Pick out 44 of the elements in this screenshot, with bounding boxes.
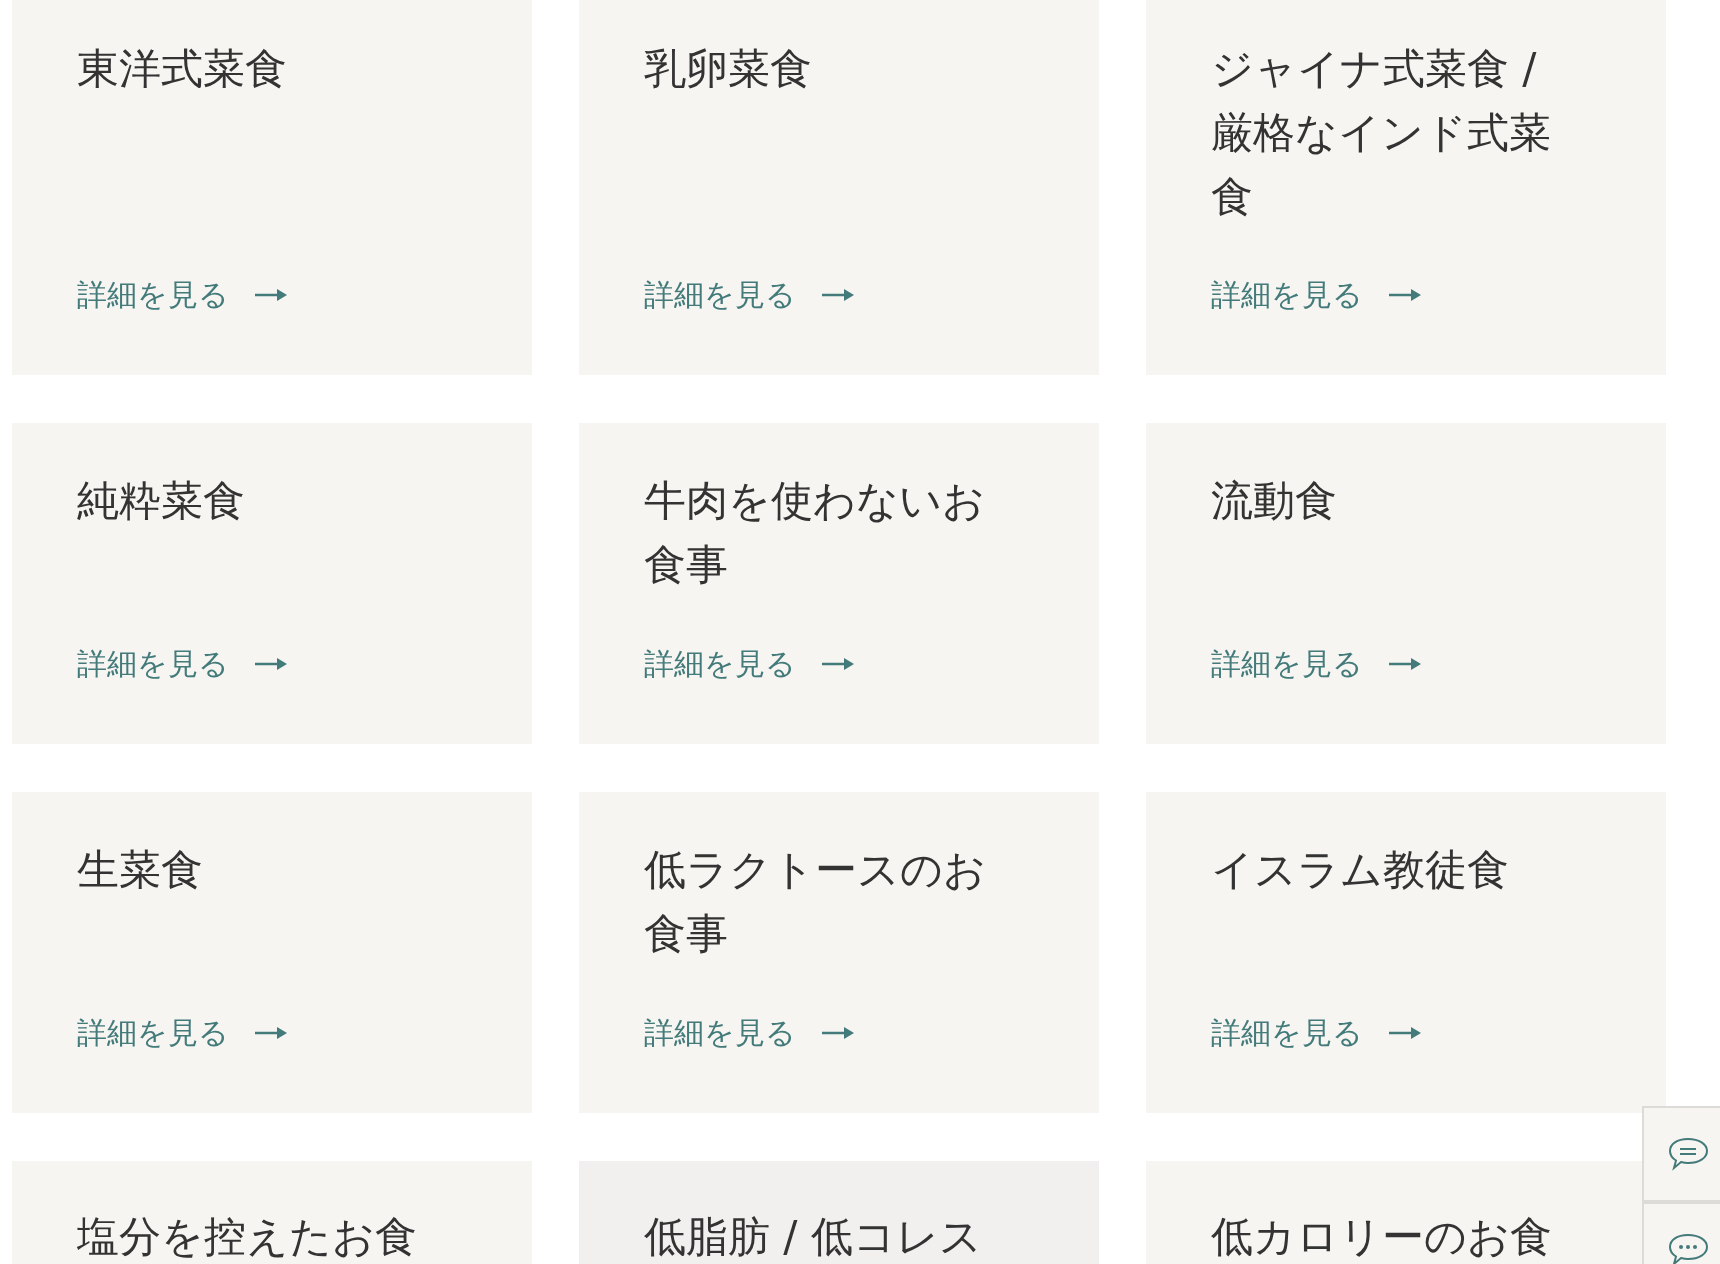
details-link[interactable]: 詳細を見る (77, 646, 287, 682)
details-link[interactable]: 詳細を見る (1211, 277, 1421, 313)
card-title: 流動食 (1211, 475, 1338, 527)
arrow-right-icon (822, 1026, 854, 1040)
card-title: 牛肉を使わないお食事 (644, 475, 986, 591)
card-title: 生菜食 (77, 844, 204, 896)
card-title: 低カロリーのお食 (1211, 1211, 1553, 1263)
card-background[interactable]: 乳卵菜食 詳細を見る (579, 0, 1099, 375)
details-link[interactable]: 詳細を見る (644, 1015, 854, 1051)
card-background[interactable]: ジャイナ式菜食 / 厳格なインド式菜食 詳細を見る (1146, 0, 1666, 375)
arrow-right-icon (1389, 1026, 1421, 1040)
arrow-right-icon (822, 657, 854, 671)
card-background[interactable]: 低ラクトースのお食事 詳細を見る (579, 792, 1099, 1113)
arrow-right-icon (255, 288, 287, 302)
details-link[interactable]: 詳細を見る (77, 277, 287, 313)
arrow-right-icon (255, 657, 287, 671)
card-title: ジャイナ式菜食 / 厳格なインド式菜食 (1211, 43, 1552, 223)
card-title: 乳卵菜食 (644, 43, 813, 95)
card-title: 東洋式菜食 (77, 43, 288, 95)
card-background[interactable]: イスラム教徒食 詳細を見る (1146, 792, 1666, 1113)
details-link[interactable]: 詳細を見る (77, 1015, 287, 1051)
card-background[interactable]: 生菜食 詳細を見る (12, 792, 532, 1113)
card-title: 低脂肪 / 低コレス (644, 1211, 983, 1263)
card-title: イスラム教徒食 (1211, 844, 1510, 896)
card-title: 塩分を控えたお食 (77, 1211, 418, 1263)
arrow-right-icon (822, 288, 854, 302)
details-link[interactable]: 詳細を見る (1211, 646, 1421, 682)
card-background[interactable]: 塩分を控えたお食 (12, 1161, 532, 1264)
chat-button[interactable] (1642, 1106, 1720, 1202)
card-background[interactable]: 東洋式菜食 詳細を見る (12, 0, 532, 375)
card-title: 純粋菜食 (77, 475, 246, 527)
chat-bubble-icon (1669, 1137, 1709, 1171)
details-link[interactable]: 詳細を見る (644, 277, 854, 313)
arrow-right-icon (1389, 288, 1421, 302)
card-background[interactable]: 低脂肪 / 低コレス (579, 1161, 1099, 1264)
arrow-right-icon (255, 1026, 287, 1040)
details-link[interactable]: 詳細を見る (644, 646, 854, 682)
card-background[interactable]: 牛肉を使わないお食事 詳細を見る (579, 423, 1099, 744)
card-background[interactable]: 流動食 詳細を見る (1146, 423, 1666, 744)
arrow-right-icon (1389, 657, 1421, 671)
chat-bubble-icon (1669, 1233, 1709, 1264)
card-background[interactable]: 純粋菜食 詳細を見る (12, 423, 532, 744)
details-link[interactable]: 詳細を見る (1211, 1015, 1421, 1051)
card-title: 低ラクトースのお食事 (644, 844, 987, 960)
